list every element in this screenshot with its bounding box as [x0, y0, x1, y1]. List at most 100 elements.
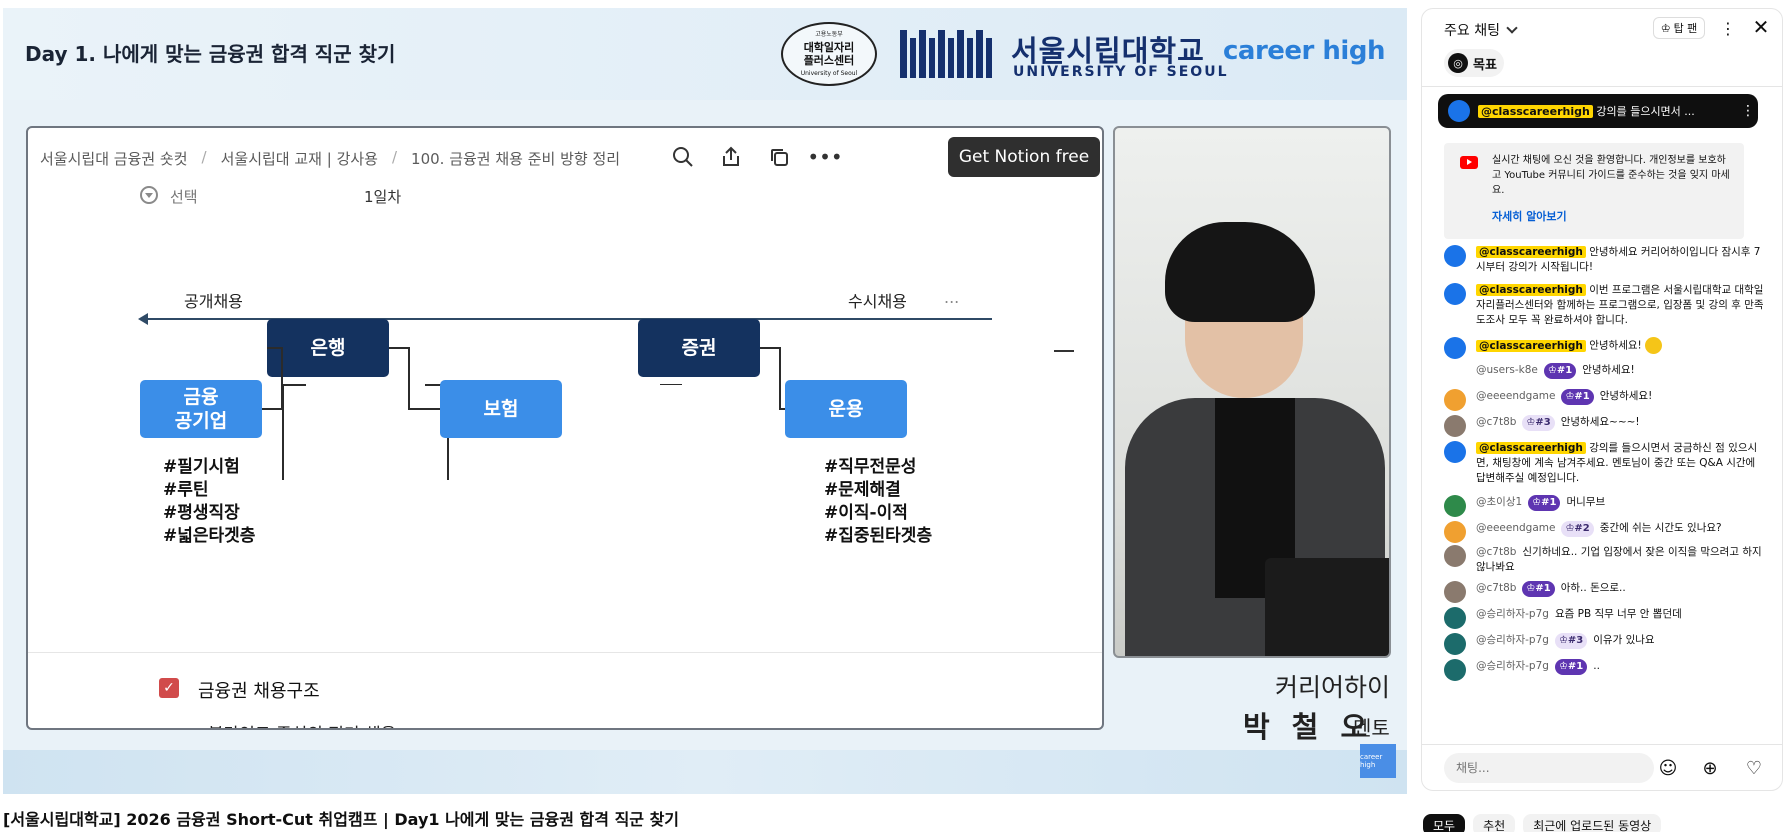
- fan-rank-badge: ♔#3: [1554, 633, 1588, 649]
- message-text: ..: [1593, 660, 1600, 672]
- message-author: @eeeendgame: [1476, 522, 1556, 534]
- chat-message[interactable]: @classcareerhigh 안녕하세요!: [1444, 337, 1766, 359]
- university-name-en: UNIVERSITY OF SEOUL: [1013, 64, 1229, 80]
- heart-icon[interactable]: ♡: [1740, 754, 1768, 782]
- seal-top-text: 고용노동부: [815, 31, 843, 38]
- chevron-down-icon: [1506, 22, 1518, 34]
- message-author: @c7t8b: [1476, 546, 1517, 558]
- welcome-notice: 실시간 채팅에 오신 것을 환영합니다. 개인정보를 보호하고 YouTube …: [1444, 143, 1744, 239]
- avatar: [1444, 389, 1466, 411]
- seal-line2: 플러스센터: [803, 54, 855, 67]
- message-text: 안녕하세요!: [1599, 390, 1653, 402]
- welcome-text: 실시간 채팅에 오신 것을 환영합니다. 개인정보를 보호하고 YouTube …: [1492, 155, 1730, 196]
- tag-item: #필기시험: [163, 457, 240, 477]
- message-author: @classcareerhigh: [1476, 442, 1586, 454]
- emoji-icon[interactable]: ☺: [1654, 754, 1682, 782]
- avatar: [1444, 495, 1466, 517]
- bottom-band: [3, 750, 1407, 794]
- uos-emblem-icon: [900, 30, 992, 78]
- fan-rank-badge: ♔#1: [1561, 389, 1594, 405]
- chip-recent-uploads[interactable]: 최근에 업로드된 동영상: [1523, 814, 1662, 832]
- seal-bottom-text: University of Seoul: [800, 70, 858, 77]
- message-text: 중간에 쉬는 시간도 있나요?: [1599, 522, 1722, 534]
- chat-message[interactable]: @classcareerhigh 강의를 들으시면서 궁금하신 점 있으시면, …: [1444, 441, 1766, 486]
- learn-more-link[interactable]: 자세히 알아보기: [1492, 209, 1567, 224]
- message-author: @classcareerhigh: [1476, 246, 1586, 258]
- message-author: @users-k8e: [1476, 364, 1538, 376]
- laptop: [1265, 558, 1389, 656]
- message-author: @classcareerhigh: [1476, 284, 1586, 296]
- right-tags: #직무전문성 #문제해결 #이직-이적 #집중된타겟층: [824, 456, 932, 548]
- tag-item: #직무전문성: [824, 457, 917, 477]
- avatar: [1444, 521, 1466, 543]
- chat-message[interactable]: @승리하자-p7g 요즘 PB 직무 너무 안 뽑던데: [1444, 607, 1766, 629]
- top-fan-button[interactable]: ♔ 탑 팬: [1653, 17, 1705, 39]
- top-fan-label: 탑 팬: [1673, 22, 1698, 35]
- video-title: [서울시립대학교] 2026 금융권 Short-Cut 취업캠프 | Day1…: [3, 810, 680, 829]
- banner-title: Day 1. 나에게 맞는 금융권 합격 직군 찾기: [25, 42, 396, 66]
- chip-recommended[interactable]: 추천: [1473, 814, 1516, 832]
- add-circle-icon[interactable]: ⊕: [1696, 754, 1724, 782]
- avatar: [1448, 100, 1470, 122]
- fan-rank-badge: ♔#1: [1528, 495, 1561, 511]
- message-author: @초이상1: [1476, 496, 1523, 508]
- chat-message[interactable]: @eeeendgame ♔#2 중간에 쉬는 시간도 있나요?: [1444, 521, 1766, 543]
- checkbox-checked-icon[interactable]: ✓: [159, 678, 179, 698]
- more-vert-icon[interactable]: ⋮: [1718, 17, 1738, 39]
- speaker-company: 커리어하이: [1275, 673, 1391, 702]
- chat-input[interactable]: [1444, 753, 1654, 783]
- message-text: 신기하네요.. 기업 입장에서 잦은 이직을 막으려고 하지 않나봐요: [1476, 546, 1762, 573]
- message-text: 안녕하세요~~~!: [1560, 416, 1640, 428]
- message-text: 안녕하세요!: [1589, 339, 1642, 352]
- avatar: [1444, 581, 1466, 603]
- chat-mode-dropdown[interactable]: 주요 채팅: [1444, 20, 1518, 40]
- message-author: @승리하자-p7g: [1476, 608, 1549, 620]
- message-text: 안녕하세요!: [1582, 364, 1635, 376]
- chip-all[interactable]: 모두: [1423, 814, 1466, 832]
- video-player[interactable]: Day 1. 나에게 맞는 금융권 합격 직군 찾기 고용노동부 대학일자리 플…: [3, 8, 1407, 794]
- chat-message[interactable]: @c7t8b 신기하네요.. 기업 입장에서 잦은 이직을 막으려고 하지 않나봐…: [1444, 545, 1766, 575]
- watermark-logo: career high: [1360, 744, 1396, 778]
- notion-page: 서울시립대 금융권 숏컷 / 서울시립대 교재 | 강사용 / 100. 금융권…: [26, 126, 1104, 730]
- tag-item: #루틴: [163, 480, 209, 500]
- job-center-seal-logo: 고용노동부 대학일자리 플러스센터 University of Seoul: [781, 22, 877, 86]
- message-author: @c7t8b: [1476, 416, 1517, 428]
- chat-message[interactable]: @초이상1 ♔#1 머니무브: [1444, 495, 1766, 517]
- chat-message[interactable]: @classcareerhigh 안녕하세요 커리어하이입니다 잠시후 7시부터…: [1444, 245, 1766, 275]
- avatar: [1444, 363, 1466, 385]
- chat-mode-label: 주요 채팅: [1444, 23, 1500, 39]
- chat-message[interactable]: @users-k8e ♔#1 안녕하세요!: [1444, 363, 1766, 385]
- message-author: @classcareerhigh: [1476, 339, 1586, 352]
- career-high-logo: career high: [1223, 36, 1385, 66]
- more-vert-icon[interactable]: ⋮: [1738, 103, 1758, 119]
- message-author: @eeeendgame: [1476, 390, 1556, 402]
- message-text: 요즘 PB 직무 너무 안 뽑던데: [1554, 608, 1682, 620]
- chat-header: 주요 채팅 ♔ 탑 팬 ⋮ ✕ ◎ 목표: [1422, 9, 1782, 87]
- chat-message[interactable]: @승리하자-p7g ♔#3 이유가 있나요: [1444, 633, 1766, 655]
- chat-message[interactable]: @승리하자-p7g ♔#1..: [1444, 659, 1766, 681]
- chat-message[interactable]: @eeeendgame ♔#1 안녕하세요!: [1444, 389, 1766, 411]
- fan-rank-badge: ♔#1: [1554, 659, 1588, 675]
- message-author: @c7t8b: [1476, 582, 1517, 594]
- tag-item: #넓은타겟층: [163, 526, 256, 546]
- goal-label: 목표: [1473, 57, 1497, 73]
- fan-rank-badge: ♔#2: [1561, 521, 1594, 537]
- pinned-message[interactable]: @classcareerhigh 강의를 들으시면서 ... ⋮: [1438, 94, 1758, 128]
- message-text: 아하.. 돈으로..: [1560, 582, 1626, 594]
- avatar: [1444, 415, 1466, 437]
- fan-rank-badge: ♔#3: [1522, 415, 1555, 431]
- avatar: [1444, 441, 1466, 463]
- chat-message[interactable]: @classcareerhigh 이번 프로그램은 서울시립대학교 대학일자리플…: [1444, 283, 1766, 328]
- chat-message[interactable]: @c7t8b ♔#3 안녕하세요~~~!: [1444, 415, 1766, 437]
- tag-item: #이직-이적: [824, 503, 908, 523]
- goal-icon: ◎: [1448, 53, 1468, 73]
- avatar: [1444, 245, 1466, 267]
- chat-message[interactable]: @c7t8b ♔#1 아하.. 돈으로..: [1444, 581, 1766, 603]
- goal-chip[interactable]: ◎ 목표: [1444, 49, 1504, 77]
- checkbox-label: 금융권 채용구조: [198, 681, 320, 702]
- close-icon[interactable]: ✕: [1749, 15, 1773, 39]
- avatar: [1444, 337, 1466, 359]
- message-author: @승리하자-p7g: [1476, 634, 1549, 646]
- tag-item: #평생직장: [163, 503, 240, 523]
- fan-rank-badge: ♔#1: [1522, 581, 1555, 597]
